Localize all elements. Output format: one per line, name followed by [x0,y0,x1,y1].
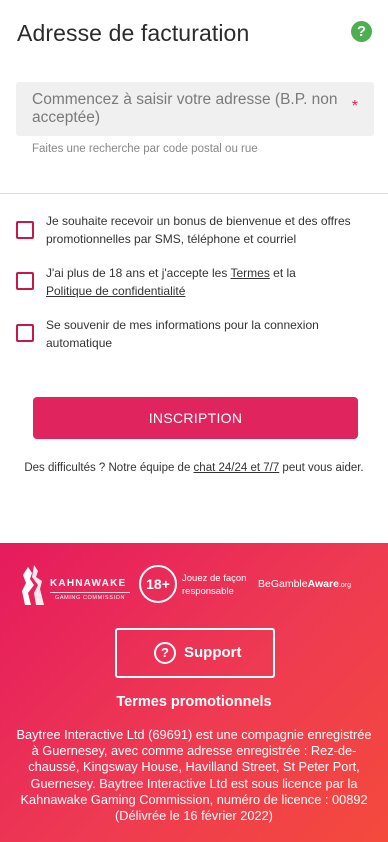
bonus-checkbox-label: Je souhaite recevoir un bonus de bienven… [46,214,351,246]
terms-link[interactable]: Termes [230,266,269,280]
terms-checkbox[interactable] [16,272,34,290]
support-question-icon: ? [154,642,176,664]
address-placeholder: Commencez à saisir votre adresse (B.P. n… [32,91,338,126]
legal-text: Baytree Interactive Ltd (69691) est une … [16,727,372,824]
begambleaware-logo[interactable]: BeGambleAware.org [258,578,351,590]
help-line: Des difficultés ? Notre équipe de chat 2… [24,462,364,474]
support-button[interactable]: ? Support [115,628,275,678]
kahnawake-sub: GAMING COMMISSION [50,592,130,601]
required-star-icon: * [351,98,358,115]
help-icon[interactable]: ? [351,21,372,42]
support-label: Support [184,644,242,661]
live-chat-link[interactable]: chat 24/24 et 7/7 [194,462,280,474]
promo-terms-title: Termes promotionnels [116,694,272,710]
inscription-button[interactable]: INSCRIPTION [33,397,358,439]
kahnawake-figure-icon [22,565,44,605]
kahnawake-logo[interactable]: KAHNAWAKE GAMING COMMISSION [22,563,132,607]
page-header: Adresse de facturation ? [17,18,374,48]
address-helper-text: Faites une recherche par code postal ou … [32,143,258,155]
responsible-gaming-text: Jouez de façon responsable [182,573,247,597]
page-title: Adresse de facturation [17,20,250,46]
bonus-checkbox[interactable] [16,221,34,239]
privacy-policy-link[interactable]: Politique de confidentialité [46,284,185,298]
kahnawake-name: KAHNAWAKE [50,578,127,589]
age-18-badge: 18+ [139,565,177,603]
terms-checkbox-label: J'ai plus de 18 ans et j'accepte les Ter… [46,266,296,298]
remember-me-checkbox[interactable] [16,324,34,342]
remember-me-checkbox-label: Se souvenir de mes informations pour la … [46,318,319,350]
footer: KAHNAWAKE GAMING COMMISSION 18+ Jouez de… [0,543,388,842]
section-divider [0,193,388,194]
address-search-input[interactable]: Commencez à saisir votre adresse (B.P. n… [16,82,374,136]
